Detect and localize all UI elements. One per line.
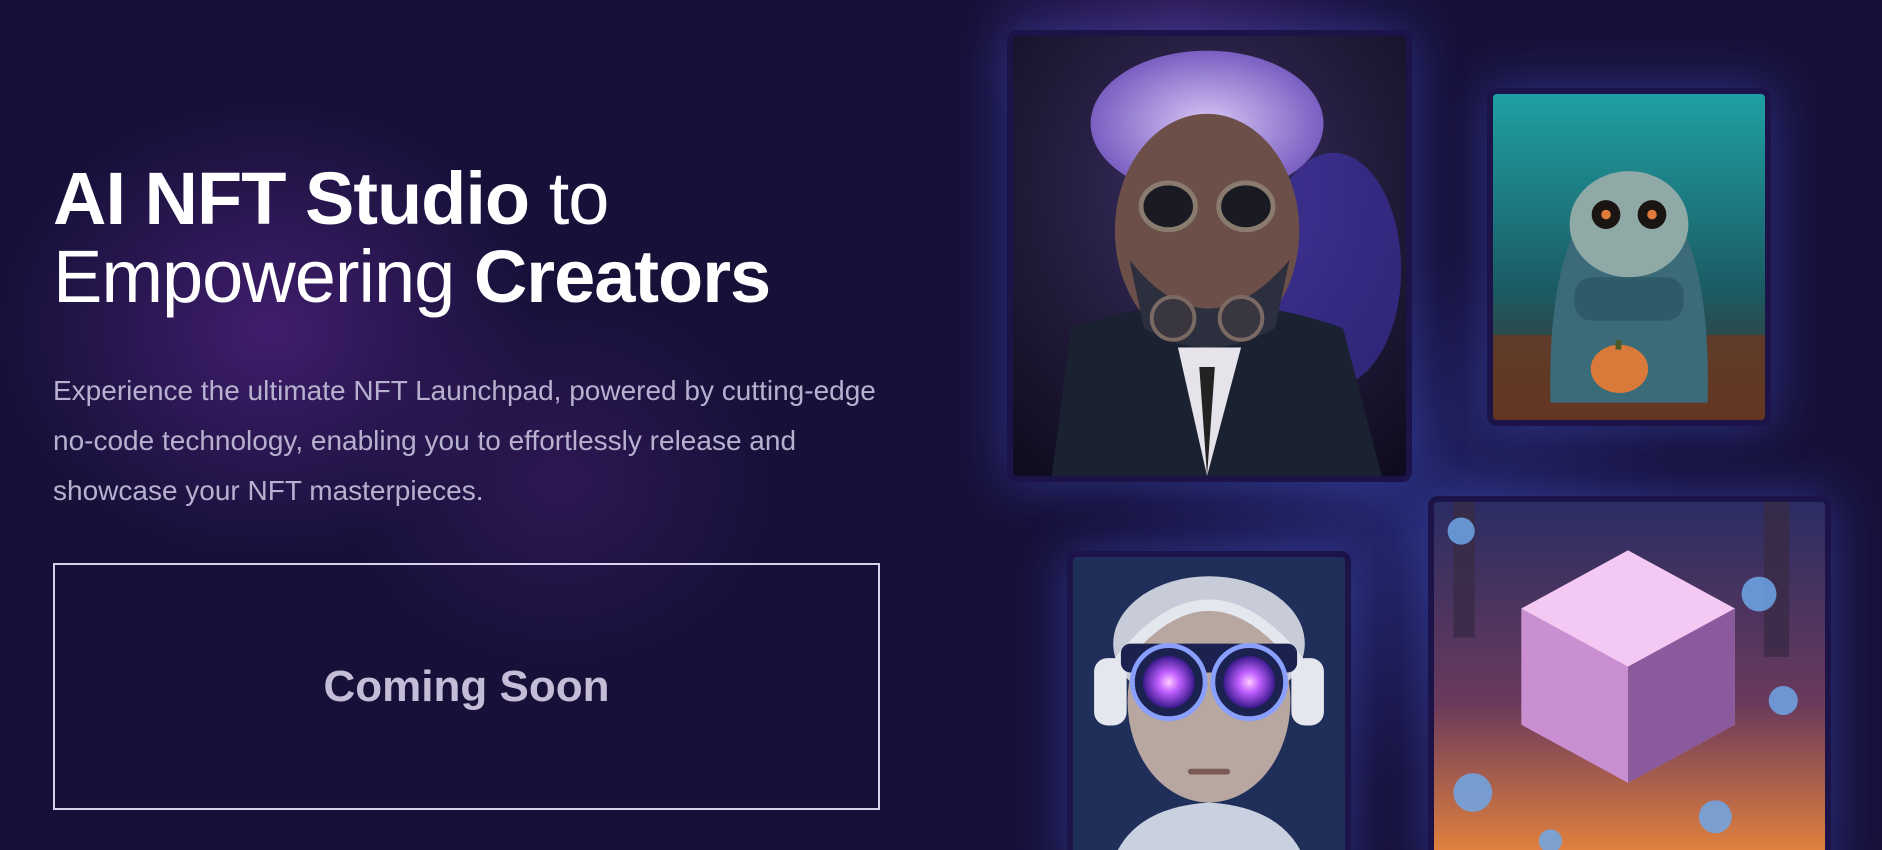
hero-title-regular-1: to xyxy=(529,157,610,240)
hero-title: AI NFT Studio to Empowering Creators xyxy=(53,160,893,316)
nft-card-vr-headset-woman[interactable] xyxy=(1067,551,1351,850)
hero-description: Experience the ultimate NFT Launchpad, p… xyxy=(53,375,876,506)
nft-card-voxel-cube[interactable] xyxy=(1428,496,1831,850)
nft-card-steampunk-old-man[interactable] xyxy=(1007,30,1412,482)
hooded-creature-image xyxy=(1493,94,1765,420)
nft-card-hooded-creature[interactable] xyxy=(1487,88,1771,426)
steampunk-old-man-image xyxy=(1013,36,1406,476)
coming-soon-button[interactable]: Coming Soon xyxy=(53,563,880,810)
hero-section: AI NFT Studio to Empowering Creators Exp… xyxy=(53,160,893,516)
hero-title-bold-2: Creators xyxy=(473,235,771,318)
hero-title-regular-2: Empowering xyxy=(53,235,474,318)
vr-headset-woman-image xyxy=(1073,557,1345,850)
voxel-cube-image xyxy=(1434,502,1825,850)
coming-soon-label: Coming Soon xyxy=(323,661,610,711)
hero-title-bold-1: AI NFT Studio xyxy=(53,157,530,240)
